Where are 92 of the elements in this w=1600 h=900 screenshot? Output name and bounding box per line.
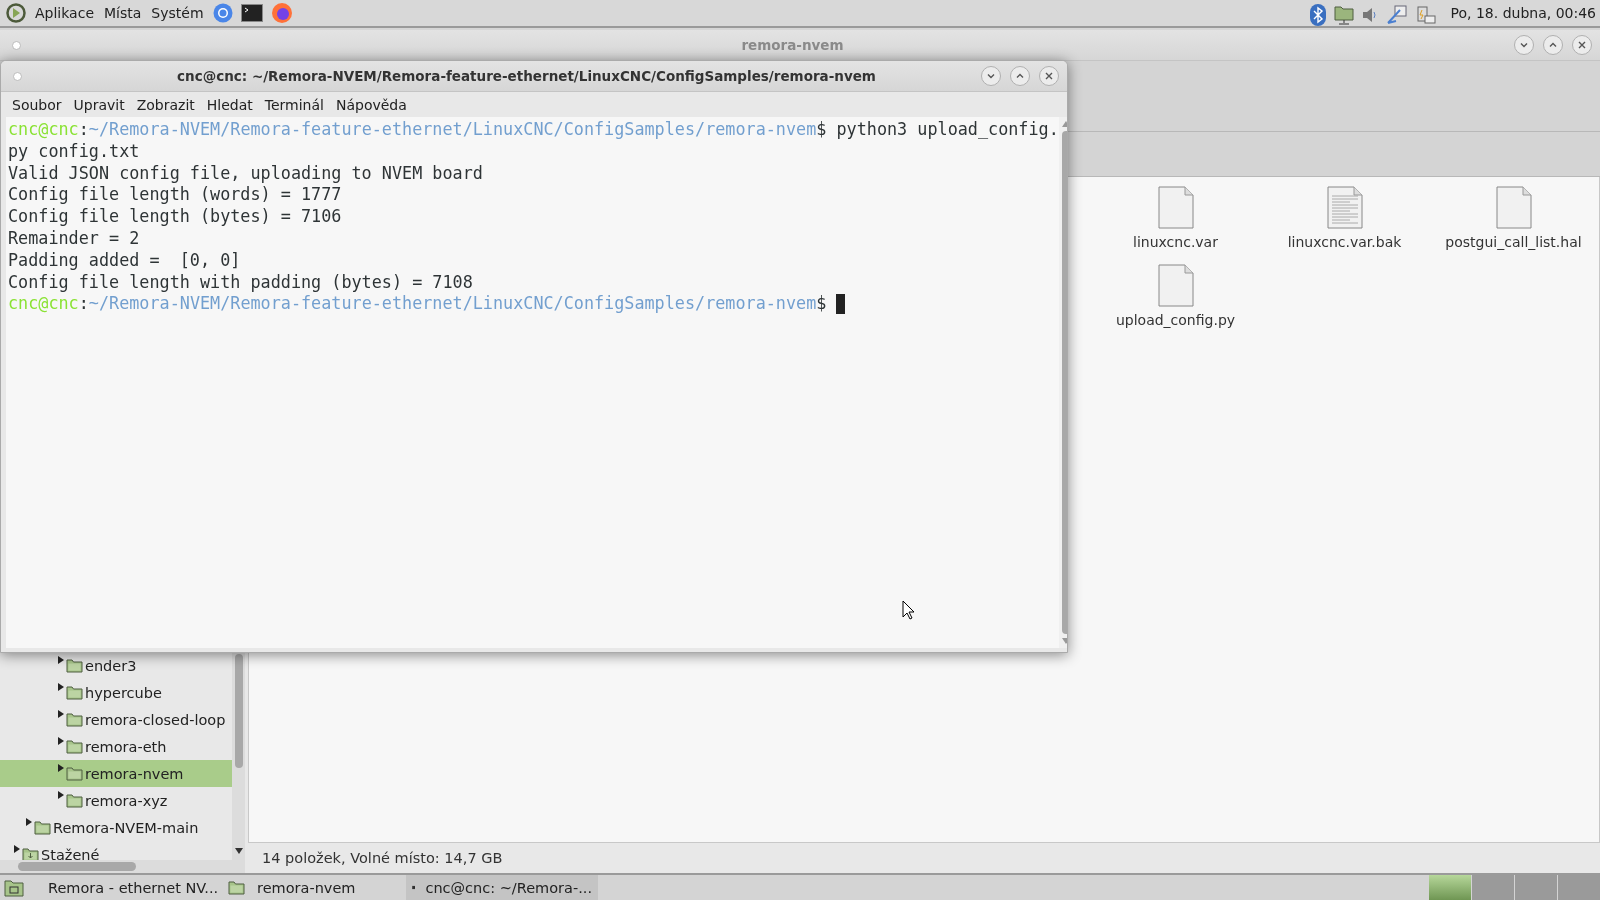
text-cursor (836, 294, 846, 315)
pen-icon[interactable] (1386, 5, 1408, 25)
panel-menu[interactable]: Aplikace (34, 5, 95, 21)
chevron-down-icon (1519, 40, 1529, 50)
status-bar-text: 14 položek, Volné místo: 14,7 GB (262, 850, 503, 866)
document-icon (1156, 264, 1195, 308)
output-line: Remainder = 2 (8, 228, 140, 250)
chevron-up-icon (1548, 40, 1558, 50)
folder-icon (34, 820, 51, 835)
network-folder-icon[interactable] (1334, 5, 1354, 25)
expander-icon[interactable] (14, 845, 20, 853)
horizontal-scrollbar[interactable] (0, 860, 245, 873)
folder-label: Stažené (41, 846, 100, 860)
workspace-button[interactable] (1429, 875, 1471, 900)
close-icon (1044, 71, 1054, 81)
folder-label: ender3 (85, 657, 137, 674)
sidebar-item[interactable]: remora-eth (0, 733, 232, 760)
sidebar-item[interactable]: remora-xyz (0, 787, 232, 814)
menu-item[interactable]: Soubor (12, 96, 62, 113)
menu-item[interactable]: Terminál (264, 96, 324, 113)
output-line: Padding added = [0, 0] (8, 249, 241, 272)
folder-label: remora-eth (85, 738, 167, 755)
file-name[interactable]: postgui_call_list.hal (1445, 234, 1582, 250)
show-desktop-icon[interactable] (4, 878, 24, 897)
sidebar-item[interactable]: Remora-NVEM-main (0, 814, 232, 841)
sidebar-item[interactable]: ender3 (0, 652, 232, 679)
close-button[interactable] (1039, 66, 1059, 86)
folder-label: remora-closed-loop (85, 711, 226, 728)
output-line: Config file length (bytes) = 7106 (8, 206, 342, 228)
window-title: remora-nvem (740, 37, 845, 53)
mouse-pointer-icon (902, 600, 915, 620)
firefox-icon[interactable] (270, 2, 293, 24)
scroll-down-arrow-icon[interactable] (234, 848, 243, 854)
folder-label: Remora-NVEM-main (53, 819, 199, 836)
expander-icon[interactable] (58, 737, 64, 745)
chevron-up-icon (1015, 71, 1025, 81)
document-icon (1325, 186, 1364, 230)
expander-icon[interactable] (58, 683, 64, 691)
terminal-icon[interactable] (240, 4, 263, 22)
window-title: cnc@cnc: ~/Remora-NVEM/Remora-feature-ethernet/LinuxCNC/ConfigSamples/remora-nvem (176, 68, 877, 84)
output-line: Config file length (words) = 1777 (8, 184, 342, 207)
scrollbar-thumb[interactable] (234, 654, 243, 768)
panel-menu[interactable]: Místa (103, 5, 143, 21)
folder-icon (66, 793, 83, 808)
output-line: py config.txt (8, 140, 140, 163)
expander-icon[interactable] (26, 818, 32, 826)
output-line: Valid JSON config file, uploading to NVEM board (8, 162, 483, 185)
menu-item[interactable]: Zobrazit (136, 96, 195, 113)
document-icon (1156, 186, 1195, 230)
maximize-button[interactable] (1543, 35, 1563, 55)
menu-item[interactable]: Upravit (73, 96, 125, 113)
taskbar-button[interactable]: Remora - ethernet NV... (32, 875, 222, 900)
expander-icon[interactable] (58, 764, 64, 772)
file-name[interactable]: upload_config.py (1115, 312, 1236, 328)
folder-icon (66, 685, 83, 700)
menu-logo-icon (6, 3, 26, 23)
menu-item[interactable]: Hledat (206, 96, 253, 113)
panel-menu[interactable]: Systém (150, 5, 205, 21)
output-line: Config file length with padding (bytes) = 7108 (8, 271, 473, 294)
power-icon[interactable] (1416, 5, 1436, 25)
sidebar-item[interactable]: hypercube (0, 679, 232, 706)
folder-label: hypercube (85, 684, 162, 701)
sidebar-item[interactable]: remora-nvem (0, 760, 232, 787)
file-name[interactable]: linuxcnc.var (1133, 234, 1218, 250)
folder-icon (66, 739, 83, 754)
folder-label: remora-nvem (85, 765, 184, 782)
minimize-button[interactable] (1514, 35, 1534, 55)
expander-icon[interactable] (58, 791, 64, 799)
minimize-button[interactable] (981, 66, 1001, 86)
prompt-line: cnc@cnc:~/Remora-NVEM/Remora-feature-ethernet/LinuxCNC/ConfigSamples/remora-nvem$ (8, 293, 827, 316)
folder-icon (66, 712, 83, 727)
maximize-button[interactable] (1010, 66, 1030, 86)
close-button[interactable] (1572, 35, 1592, 55)
folder-icon (228, 880, 245, 895)
taskbar-button[interactable]: remora-nvem (222, 875, 406, 900)
clock[interactable]: Po, 18. dubna, 00:46 (1450, 5, 1596, 21)
folder-label: remora-xyz (85, 792, 168, 809)
taskbar-button[interactable]: cnc@cnc: ~/Remora-... (406, 875, 598, 900)
browser-icon[interactable] (212, 3, 233, 23)
prompt-line: cnc@cnc:~/Remora-NVEM/Remora-feature-ethernet/LinuxCNC/ConfigSamples/remora-nvem$ python3 upload_config. (8, 119, 1059, 141)
expander-icon[interactable] (58, 710, 64, 718)
document-icon (1494, 186, 1533, 230)
menu-item[interactable]: Nápověda (335, 96, 407, 113)
expander-icon[interactable] (58, 656, 64, 664)
folder-icon (66, 658, 83, 673)
speaker-icon[interactable] (1362, 6, 1378, 24)
scroll-up-arrow-icon[interactable] (1061, 121, 1067, 127)
sidebar-item[interactable]: remora-closed-loop (0, 706, 232, 733)
folder-icon (66, 766, 83, 781)
file-name[interactable]: linuxcnc.var.bak (1287, 234, 1402, 250)
chevron-down-icon (986, 71, 996, 81)
close-icon (1577, 40, 1587, 50)
